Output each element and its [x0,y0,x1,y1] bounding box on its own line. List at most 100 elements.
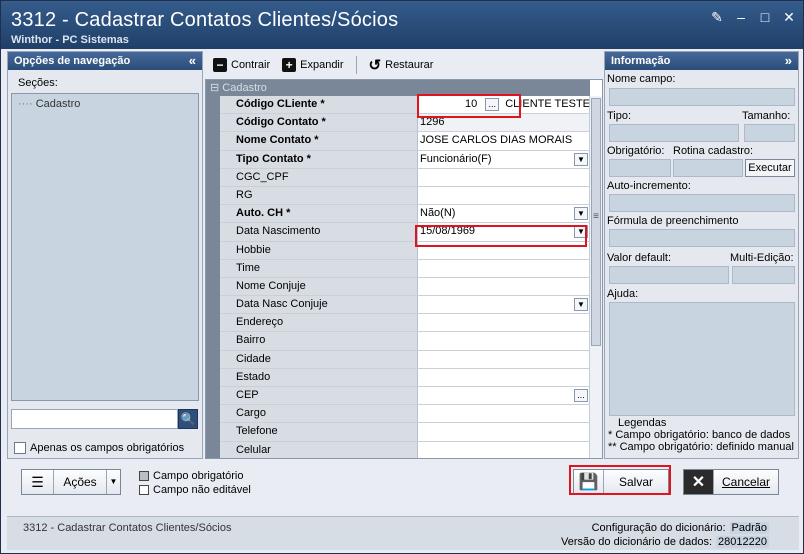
cancel-button[interactable]: ✕ Cancelar [683,469,779,495]
client-code-cell: 10 ... CLIENTE TESTE [420,96,590,113]
collapse-right-icon[interactable]: » [785,52,792,70]
nav-panel-header: Opções de navegação « [8,52,202,70]
chevron-down-icon[interactable]: ▼ [574,207,588,221]
row-endereco: Endereço [220,314,590,333]
window-subtitle: Winthor - PC Sistemas [11,34,129,46]
save-button[interactable]: 💾 Salvar [573,469,669,495]
field-label: Telefone [220,423,418,441]
row-bairro: Bairro [220,332,590,351]
info-panel: Informação » Nome campo: Tipo: Tamanho: … [604,51,799,459]
only-required-checkbox[interactable]: Apenas os campos obrigatórios [14,442,184,454]
row-cep: CEP ... [220,387,590,406]
edit-window-icon[interactable]: ✎ [709,9,725,25]
collapse-left-icon[interactable]: « [189,52,196,70]
panel-splitter-icon[interactable]: ≡ [591,211,601,231]
minimize-icon[interactable]: – [733,9,749,25]
help-label: Ajuda: [607,288,639,300]
chevron-down-icon[interactable]: ▼ [106,470,120,494]
chevron-down-icon[interactable]: ▼ [574,298,588,312]
actions-icon: ☰ [22,470,54,494]
search-icon[interactable]: 🔍 [178,409,198,429]
group-collapse-icon[interactable]: ⊟ [210,82,219,94]
maximize-icon[interactable]: □ [757,9,773,25]
spouse-name-field[interactable] [418,277,590,296]
dict-version-label: Versão do dicionário de dados: [560,536,713,548]
legend-required: Campo obrigatório [139,469,251,483]
birth-date-picker[interactable]: 15/08/1969 ▼ [418,223,590,241]
field-label: RG [220,186,418,205]
title-bar: 3312 - Cadastrar Contatos Clientes/Sócio… [1,1,803,49]
save-label: Salvar [618,475,653,489]
hobbie-field[interactable] [418,241,590,259]
sections-tree[interactable]: ···· Cadastro [11,93,199,401]
field-label: Tipo Contato * [220,150,418,168]
collapse-label: Contrair [231,59,271,71]
rg-field[interactable] [418,186,590,205]
navigation-panel: Opções de navegação « Seções: ···· Cadas… [7,51,203,459]
auto-ch-value: Não(N) [420,207,456,220]
field-label: Código CLiente * [220,96,418,114]
client-code-field[interactable]: 10 ... CLIENTE TESTE [418,96,590,114]
restore-button[interactable]: ↺ Restaurar [365,54,438,76]
mobile-field[interactable] [418,441,590,458]
time-field[interactable] [418,259,590,277]
address-field[interactable] [418,314,590,332]
cep-field[interactable]: ... [418,387,590,405]
lookup-ellipsis-button[interactable]: ... [574,389,588,402]
close-icon[interactable]: ✕ [781,9,797,25]
required-label: Obrigatório: [607,145,665,157]
status-bar: 3312 - Cadastrar Contatos Clientes/Sócio… [7,516,799,550]
client-code-input[interactable]: 10 ... [420,96,501,113]
minus-icon: − [213,58,227,72]
state-field[interactable] [418,368,590,386]
city-field[interactable] [418,350,590,368]
field-legend: Campo obrigatório Campo não editável [139,469,251,497]
legend-line-2: ** Campo obrigatório: definido manual [608,441,794,453]
legend-readonly: Campo não editável [139,483,251,497]
dict-config: Configuração do dicionário: Padrão [592,522,769,534]
size-label: Tamanho: [742,110,791,122]
actions-button[interactable]: ☰ Ações ▼ [21,469,121,495]
contact-type-select[interactable]: Funcionário(F) ▼ [418,150,590,168]
checkbox-box[interactable] [14,442,26,454]
tree-item-label: Cadastro [35,98,81,110]
chevron-down-icon[interactable]: ▼ [574,225,588,239]
cgc-cpf-field[interactable] [418,168,590,186]
legend-required-label: Campo obrigatório [153,470,244,482]
property-grid: ⊟ Cadastro Código CLiente * 10 ... CLIEN… [205,79,603,459]
spouse-birth-date-picker[interactable]: ▼ [418,296,590,314]
group-header[interactable]: ⊟ Cadastro [206,80,590,96]
field-label: Cidade [220,350,418,368]
lookup-ellipsis-button[interactable]: ... [485,98,500,112]
form-panel: − Contrair + Expandir ↺ Restaurar ⊟ Cada… [205,51,603,459]
window-title: 3312 - Cadastrar Contatos Clientes/Sócio… [11,9,399,31]
collapse-button[interactable]: − Contrair [209,56,274,74]
expand-label: Expandir [300,59,344,71]
field-label: Hobbie [220,241,418,259]
tree-item-cadastro[interactable]: ···· Cadastro [18,98,80,110]
row-cargo: Cargo [220,405,590,424]
routine-label: Rotina cadastro: [673,145,754,157]
role-field[interactable] [418,405,590,423]
multiedit-label: Multi-Edição: [730,252,794,264]
row-estado: Estado [220,368,590,387]
row-time: Time [220,259,590,278]
field-label: Cargo [220,405,418,423]
execute-button[interactable]: Executar [745,159,795,177]
section-search-input[interactable] [11,409,178,429]
field-label: Endereço [220,314,418,332]
phone-field[interactable] [418,423,590,441]
grid-toolbar: − Contrair + Expandir ↺ Restaurar [205,53,603,77]
grid-scrollbar[interactable] [589,96,602,458]
expand-button[interactable]: + Expandir [278,56,347,74]
district-field[interactable] [418,332,590,350]
grid-gutter [206,96,220,458]
cancel-label: Cancelar [721,475,771,489]
info-panel-header: Informação » [605,52,798,70]
auto-ch-select[interactable]: Não(N) ▼ [418,205,590,223]
contact-name-field[interactable]: JOSE CARLOS DIAS MORAIS [418,132,590,150]
chevron-down-icon[interactable]: ▼ [574,152,588,166]
dict-version: Versão do dicionário de dados: 28012220 [561,536,769,548]
row-cgc-cpf: CGC_CPF [220,168,590,187]
row-data-nascimento: Data Nascimento 15/08/1969 ▼ [220,223,590,242]
